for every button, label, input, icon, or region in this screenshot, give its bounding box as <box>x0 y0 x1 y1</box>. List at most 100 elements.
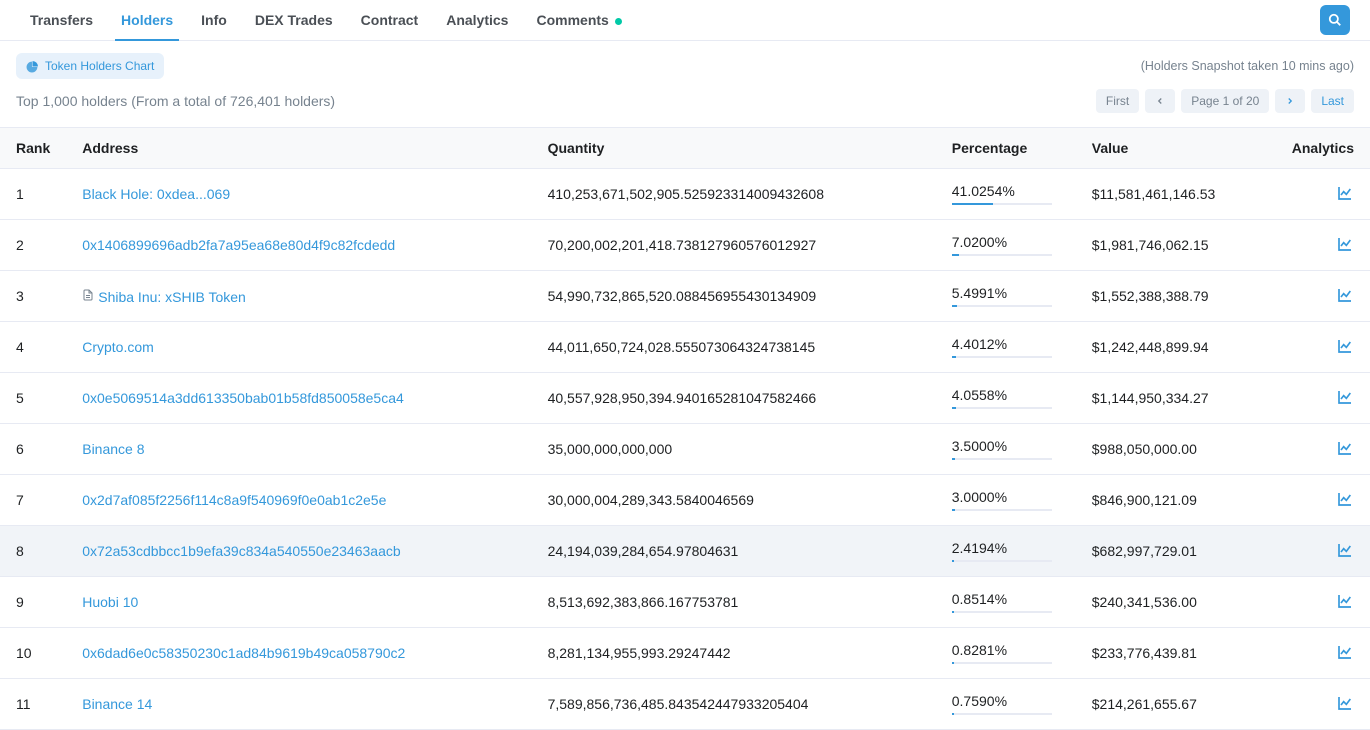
cell-analytics <box>1276 628 1370 679</box>
cell-rank: 7 <box>0 475 66 526</box>
analytics-icon[interactable] <box>1336 494 1354 510</box>
cell-value: $1,144,950,334.27 <box>1076 373 1276 424</box>
tab-comments[interactable]: Comments <box>522 0 635 40</box>
pager-next-button[interactable] <box>1275 89 1305 113</box>
cell-percentage: 7.0200% <box>936 220 1076 271</box>
cell-rank: 11 <box>0 679 66 730</box>
table-row: 10 0x6dad6e0c58350230c1ad84b9619b49ca0587… <box>0 628 1370 679</box>
percentage-bar <box>952 458 1052 460</box>
percentage-bar <box>952 305 1052 307</box>
address-link[interactable]: Black Hole: 0xdea...069 <box>82 186 230 202</box>
cell-address: Binance 8 <box>66 424 531 475</box>
pager-first-button[interactable]: First <box>1096 89 1139 113</box>
cell-quantity: 35,000,000,000,000 <box>532 424 936 475</box>
cell-address: Crypto.com <box>66 322 531 373</box>
address-link[interactable]: Shiba Inu: xSHIB Token <box>98 289 246 305</box>
table-row: 4Crypto.com44,011,650,724,028.5550730643… <box>0 322 1370 373</box>
tab-contract[interactable]: Contract <box>347 0 433 40</box>
address-link[interactable]: 0x1406899696adb2fa7a95ea68e80d4f9c82fcde… <box>82 237 395 253</box>
tab-transfers[interactable]: Transfers <box>16 0 107 40</box>
cell-address: Black Hole: 0xdea...069 <box>66 169 531 220</box>
cell-percentage: 4.4012% <box>936 322 1076 373</box>
cell-quantity: 24,194,039,284,654.97804631 <box>532 526 936 577</box>
search-button[interactable] <box>1320 5 1350 35</box>
pager-last-button[interactable]: Last <box>1311 89 1354 113</box>
cell-quantity: 30,000,004,289,343.5840046569 <box>532 475 936 526</box>
percentage-bar <box>952 713 1052 715</box>
cell-analytics <box>1276 271 1370 322</box>
cell-quantity: 7,589,856,736,485.843542447933205404 <box>532 679 936 730</box>
cell-value: $988,050,000.00 <box>1076 424 1276 475</box>
cell-quantity: 40,557,928,950,394.940165281047582466 <box>532 373 936 424</box>
cell-quantity: 70,200,002,201,418.738127960576012927 <box>532 220 936 271</box>
tab-holders[interactable]: Holders <box>107 0 187 40</box>
cell-analytics <box>1276 322 1370 373</box>
address-link[interactable]: 0x6dad6e0c58350230c1ad84b9619b49ca058790… <box>82 645 405 661</box>
cell-percentage: 0.8281% <box>936 628 1076 679</box>
analytics-icon[interactable] <box>1336 596 1354 612</box>
percentage-bar <box>952 509 1052 511</box>
pager-prev-button[interactable] <box>1145 89 1175 113</box>
address-link[interactable]: 0x2d7af085f2256f114c8a9f540969f0e0ab1c2e… <box>82 492 386 508</box>
pagination: First Page 1 of 20 Last <box>1096 89 1354 113</box>
percentage-bar <box>952 407 1052 409</box>
analytics-icon[interactable] <box>1336 545 1354 561</box>
cell-address: 0x72a53cdbbcc1b9efa39c834a540550e23463aa… <box>66 526 531 577</box>
percentage-bar <box>952 560 1052 562</box>
cell-rank: 8 <box>0 526 66 577</box>
col-value: Value <box>1076 128 1276 169</box>
cell-quantity: 410,253,671,502,905.525923314009432608 <box>532 169 936 220</box>
address-link[interactable]: 0x72a53cdbbcc1b9efa39c834a540550e23463aa… <box>82 543 400 559</box>
cell-analytics <box>1276 373 1370 424</box>
cell-analytics <box>1276 220 1370 271</box>
tab-dex-trades[interactable]: DEX Trades <box>241 0 347 40</box>
address-link[interactable]: Binance 14 <box>82 696 152 712</box>
cell-analytics <box>1276 679 1370 730</box>
cell-address: 0x2d7af085f2256f114c8a9f540969f0e0ab1c2e… <box>66 475 531 526</box>
table-row: 1 Black Hole: 0xdea...069 410,253,671,502,… <box>0 169 1370 220</box>
analytics-icon[interactable] <box>1336 239 1354 255</box>
percentage-bar <box>952 254 1052 256</box>
analytics-icon[interactable] <box>1336 341 1354 357</box>
analytics-icon[interactable] <box>1336 647 1354 663</box>
address-link[interactable]: Crypto.com <box>82 339 154 355</box>
tab-analytics[interactable]: Analytics <box>432 0 522 40</box>
col-analytics: Analytics <box>1276 128 1370 169</box>
analytics-icon[interactable] <box>1336 392 1354 408</box>
status-dot-icon <box>615 18 622 25</box>
chevron-right-icon <box>1285 96 1295 106</box>
cell-percentage: 4.0558% <box>936 373 1076 424</box>
col-quantity: Quantity <box>532 128 936 169</box>
analytics-icon[interactable] <box>1336 290 1354 306</box>
cell-address: 0x6dad6e0c58350230c1ad84b9619b49ca058790… <box>66 628 531 679</box>
cell-rank: 2 <box>0 220 66 271</box>
cell-value: $846,900,121.09 <box>1076 475 1276 526</box>
token-holders-chart-button[interactable]: Token Holders Chart <box>16 53 164 79</box>
sub-toolbar: Token Holders Chart (Holders Snapshot ta… <box>0 41 1370 79</box>
col-address: Address <box>66 128 531 169</box>
analytics-icon[interactable] <box>1336 443 1354 459</box>
cell-rank: 9 <box>0 577 66 628</box>
tab-info[interactable]: Info <box>187 0 241 40</box>
table-row: 2 0x1406899696adb2fa7a95ea68e80d4f9c82fcd… <box>0 220 1370 271</box>
analytics-icon[interactable] <box>1336 188 1354 204</box>
table-row: 8 0x72a53cdbbcc1b9efa39c834a540550e23463a… <box>0 526 1370 577</box>
cell-rank: 10 <box>0 628 66 679</box>
cell-percentage: 0.8514% <box>936 577 1076 628</box>
cell-address: 0x1406899696adb2fa7a95ea68e80d4f9c82fcde… <box>66 220 531 271</box>
table-row: 11 Binance 14 7,589,856,736,485.8435424479… <box>0 679 1370 730</box>
cell-percentage: 41.0254% <box>936 169 1076 220</box>
table-row: 3Shiba Inu: xSHIB Token54,990,732,865,52… <box>0 271 1370 322</box>
analytics-icon[interactable] <box>1336 698 1354 714</box>
cell-rank: 3 <box>0 271 66 322</box>
address-link[interactable]: Binance 8 <box>82 441 144 457</box>
cell-analytics <box>1276 577 1370 628</box>
cell-quantity: 44,011,650,724,028.555073064324738145 <box>532 322 936 373</box>
cell-value: $11,581,461,146.53 <box>1076 169 1276 220</box>
address-link[interactable]: 0x0e5069514a3dd613350bab01b58fd850058e5c… <box>82 390 404 406</box>
address-link[interactable]: Huobi 10 <box>82 594 138 610</box>
cell-analytics <box>1276 475 1370 526</box>
cell-quantity: 8,513,692,383,866.167753781 <box>532 577 936 628</box>
cell-rank: 1 <box>0 169 66 220</box>
tabs-bar: TransfersHoldersInfoDEX TradesContractAn… <box>0 0 1370 41</box>
